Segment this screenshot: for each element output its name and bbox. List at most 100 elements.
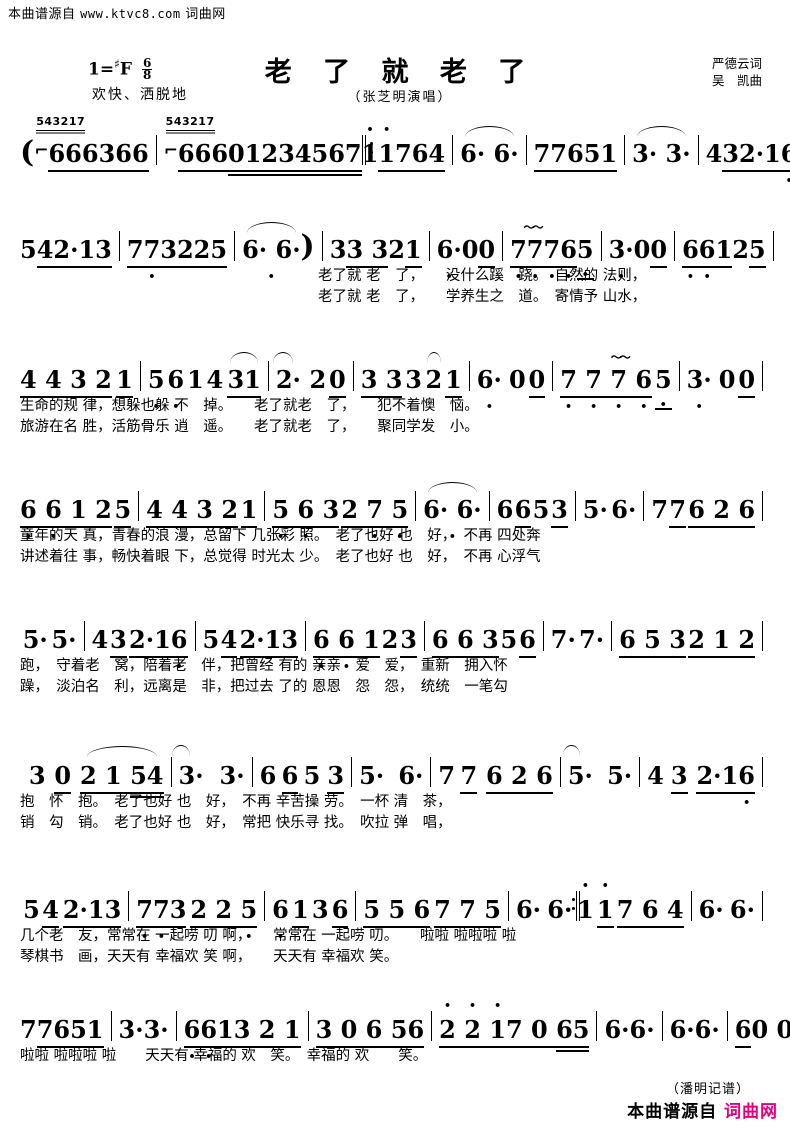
note-group: 3 (400, 625, 417, 658)
music-system-7: 5 4 2·13 773 2 2 5 6 1 3 6 5 5 6 7 7 5 6… (0, 882, 790, 966)
note-6: 6 (734, 1015, 752, 1048)
note-5: 5 (202, 625, 220, 654)
note-group: 6 (272, 895, 289, 940)
note-1: 1 (116, 365, 133, 398)
note-group: 3 (110, 625, 127, 658)
note-group: 5 (748, 235, 766, 268)
note-22-high1: 2 2 1 (439, 1015, 506, 1048)
note-6-dot: 6· (604, 1015, 630, 1044)
lyric-line-2: 旅游在名 胜，活筋骨乐 逍 遥。 老了就老 了， 聚同学发 小。 (20, 419, 479, 435)
note-3: 3 (311, 895, 329, 924)
note-5: 5 (500, 625, 518, 654)
note-low-3-dot: 3· (609, 235, 634, 280)
note-group: 6 (407, 1015, 424, 1048)
note-3065: 3 0 6 5 (315, 1015, 408, 1048)
note-group: 2 2 5 (190, 895, 257, 928)
note-group: 5 (576, 235, 594, 280)
note-row: 5· 5· 4 3 2·16 5 4 2·13 6 6 1 2 3 6 6 3 … (0, 612, 790, 658)
note-3: 3 (405, 365, 422, 394)
note-6-dot: 6· (547, 895, 573, 924)
note-764: 7 6 4 (616, 895, 684, 928)
note-group: 6 6 1 (313, 625, 380, 658)
barline (661, 1011, 663, 1041)
note-group: 3 (551, 495, 568, 528)
note-group: 0 (54, 761, 71, 794)
note-5: 5 (23, 895, 40, 924)
note-group: 5· (359, 761, 384, 790)
note-4432: 4 4 3 2 (20, 365, 112, 398)
note-group: 6 (497, 495, 514, 524)
note-group: 7 6 4 (616, 895, 684, 928)
note-group: 3 (722, 139, 739, 172)
barline (138, 491, 140, 521)
note-5: 5 (114, 495, 132, 528)
note-group: 5· (607, 761, 632, 790)
lyric-line-1: 啦啦 啦啦啦 啦 天天有 幸福的 欢 笑。 幸福的 欢 笑。 (20, 1048, 428, 1064)
slur-icon (636, 126, 686, 137)
slur-icon (273, 352, 294, 363)
note-2: 2 (388, 235, 405, 264)
close-paren: ) (300, 229, 315, 264)
note-low-6-dot: 6· (477, 365, 502, 410)
barline (415, 491, 417, 521)
note-row: 7 7 651 3· 3· 661 3 2 1 3 0 6 5 6 2 2 1 … (0, 1002, 790, 1052)
note-group: 1 (187, 365, 204, 394)
note-5-dot: 5· (567, 761, 593, 790)
note-group: 77 (533, 139, 568, 172)
note-high-1b: 1 (378, 127, 395, 172)
barline (355, 891, 357, 921)
note-group: 7· (579, 625, 604, 654)
barline (596, 1011, 598, 1041)
note-6: 6 (331, 895, 349, 928)
note-group: 〜〜 7776 (510, 221, 577, 268)
note-group: 6· (730, 895, 755, 924)
note-group: 〜〜 7 7 7 6 (560, 351, 652, 398)
note-group: 2· (273, 352, 301, 394)
note-group: 4 (42, 895, 59, 928)
slur-icon (464, 126, 514, 137)
note-group: 7 (438, 761, 455, 790)
note-5-dot: 5· (582, 495, 608, 524)
note-group: 2 2 1 (439, 1015, 506, 1048)
barline (542, 621, 544, 651)
note-6: 6 (496, 495, 514, 524)
rest-0: 0 (738, 365, 756, 398)
footer-brand-text: 词曲网 (724, 1102, 778, 1122)
note-group: 5 (533, 495, 550, 524)
note-group: 4 (92, 625, 109, 654)
note-group: 1 (292, 895, 309, 928)
note-group: 0 0· (751, 1015, 790, 1044)
note-group: 6 2 6 (486, 761, 553, 794)
note-group: 3 (327, 761, 345, 794)
note-3: 3 (327, 761, 345, 794)
note-group: 6· (516, 895, 541, 924)
rest-0: 0 (650, 235, 668, 268)
note-group: 225 (176, 235, 228, 268)
grace-curve-icon: ⌐ (163, 141, 178, 161)
barline (624, 135, 626, 165)
note-group: 6· (670, 1015, 695, 1044)
lyric-line-1: 抱 怀 抱。 老了也好 也 好， 不再 辛苦操 劳。 一杯 清 茶， (20, 794, 452, 810)
barline (128, 891, 130, 921)
note-764: 764 (395, 139, 446, 172)
note-6: 6 (259, 761, 277, 790)
barline (488, 491, 490, 521)
note-3-dot: 3· (219, 761, 245, 790)
note-group: 7 (36, 1015, 53, 1048)
note-6-dot: 6· (629, 1015, 655, 1044)
note-7: 7 (651, 495, 669, 524)
lyric-line-2: 琴棋书 画，天天有 幸福欢 笑 啊， 天天有 幸福欢 笑。 (20, 949, 399, 965)
note-5-dot: 5· (22, 625, 48, 654)
key-signature: 1=♯F 6 8 (88, 57, 153, 81)
grace-note-group: 543217 ⌐ (163, 115, 215, 168)
source-url-text: www.ktvc8.com (80, 7, 181, 21)
music-system-6: 3 0 2 1 54 3· 3· 6 6 5 3 5· 6· 7 7 6 2 6… (0, 745, 790, 832)
slur-icon (426, 352, 441, 363)
note-group: 3 (670, 761, 688, 794)
note-group: 7 (20, 1015, 37, 1044)
grace-note-group: 543217 ⌐ (34, 115, 86, 168)
note-77: 77 (533, 139, 568, 172)
lyric-line-2: 销 勾 销。 老了也好 也 好， 常把 快乐寻 找。 吹拉 弹 唱， (20, 815, 452, 831)
note-group: 3 (29, 761, 46, 790)
note-group: 764 (395, 139, 446, 172)
